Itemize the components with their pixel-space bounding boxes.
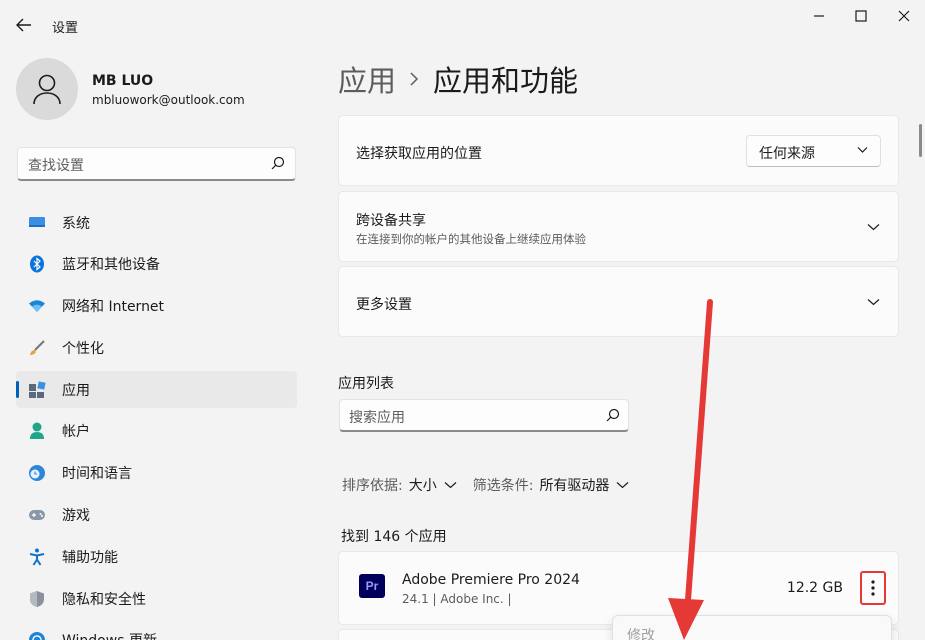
sidebar-item-time-language[interactable]: 时间和语言 [16, 455, 297, 492]
sidebar-item-label: 游戏 [62, 508, 90, 525]
shield-icon [28, 590, 46, 608]
app-size: 12.2 GB [786, 580, 843, 596]
sidebar-item-gaming[interactable]: 游戏 [16, 497, 297, 534]
context-menu: 修改 [612, 615, 892, 640]
apps-icon [28, 381, 46, 399]
sidebar-item-label: 帐户 [62, 424, 90, 441]
found-count: 找到 146 个应用 [341, 529, 447, 545]
sidebar-item-label: 蓝牙和其他设备 [62, 257, 160, 274]
brush-icon [28, 339, 46, 357]
search-placeholder: 查找设置 [28, 158, 84, 174]
wifi-icon [28, 297, 46, 315]
monitor-icon [28, 214, 46, 232]
bluetooth-icon [28, 255, 46, 273]
update-icon [28, 631, 46, 640]
app-search-placeholder: 搜索应用 [349, 410, 405, 426]
back-button[interactable] [14, 15, 34, 35]
title-bar: 设置 [0, 0, 925, 50]
menu-item-modify[interactable]: 修改 [627, 625, 655, 640]
account-icon [28, 422, 46, 440]
app-name: Adobe Premiere Pro 2024 [402, 572, 580, 588]
filter-dropdown[interactable]: 所有驱动器 [539, 475, 609, 495]
arrow-left-icon [16, 18, 31, 32]
sidebar-item-privacy[interactable]: 隐私和安全性 [16, 580, 297, 617]
sidebar-item-label: 应用 [62, 382, 90, 399]
user-profile[interactable]: MB LUO mbluowork@outlook.com [16, 58, 245, 120]
sidebar-item-apps[interactable]: 应用 [16, 371, 297, 409]
more-vertical-icon [871, 580, 875, 596]
accessibility-icon [28, 548, 46, 566]
chevron-down-icon[interactable] [867, 298, 880, 306]
minimize-icon [814, 15, 824, 17]
search-icon [606, 408, 620, 422]
minimize-button[interactable] [808, 6, 830, 26]
search-icon [271, 156, 285, 170]
avatar [16, 58, 78, 120]
sidebar-item-label: 隐私和安全性 [62, 591, 146, 608]
sidebar-item-accessibility[interactable]: 辅助功能 [16, 538, 297, 575]
dropdown-value: 任何来源 [759, 146, 815, 162]
chevron-down-icon[interactable] [867, 223, 880, 231]
maximize-button[interactable] [850, 6, 872, 26]
sidebar-item-accounts[interactable]: 帐户 [16, 413, 297, 450]
sidebar-item-label: 时间和语言 [62, 466, 132, 483]
more-options-button[interactable] [860, 571, 886, 605]
filter-label: 筛选条件: [472, 478, 534, 494]
breadcrumb: 应用 应用和功能 [338, 58, 578, 100]
install-source-card: 选择获取应用的位置 任何来源 [338, 115, 899, 186]
app-icon-text: Pr [365, 579, 379, 593]
more-settings-title: 更多设置 [356, 297, 412, 313]
sidebar-item-label: 网络和 Internet [62, 299, 165, 316]
chevron-right-icon [410, 67, 419, 91]
sort-label: 排序依据: [342, 478, 403, 494]
sidebar-item-label: Windows 更新 [62, 630, 157, 640]
breadcrumb-parent[interactable]: 应用 [338, 58, 396, 100]
more-settings-card[interactable]: 更多设置 [338, 266, 899, 337]
list-filters: 排序依据: 大小 筛选条件: 所有驱动器 [342, 475, 645, 495]
app-row: Pr Adobe Premiere Pro 2024 24.1 | Adobe … [338, 551, 899, 625]
sidebar-item-network[interactable]: 网络和 Internet [16, 288, 297, 325]
gamepad-icon [28, 506, 46, 524]
app-meta: 24.1 | Adobe Inc. | [402, 592, 512, 606]
chevron-down-icon[interactable] [444, 481, 457, 489]
close-icon [898, 10, 910, 22]
install-source-dropdown[interactable]: 任何来源 [746, 135, 881, 167]
sidebar-item-personalization[interactable]: 个性化 [16, 329, 297, 366]
chevron-down-icon[interactable] [616, 481, 629, 489]
share-subtitle: 在连接到你的帐户的其他设备上继续应用体验 [356, 232, 586, 246]
sidebar-item-system[interactable]: 系统 [16, 204, 297, 241]
sort-dropdown[interactable]: 大小 [409, 475, 437, 495]
sidebar-nav: 系统 蓝牙和其他设备 网络和 Internet 个性化 应用 帐户 时间和语言 … [16, 204, 297, 640]
premiere-pro-icon: Pr [359, 574, 385, 598]
maximize-icon [855, 10, 867, 22]
person-icon [33, 74, 61, 105]
settings-search-input[interactable]: 查找设置 [17, 147, 296, 181]
sidebar-item-windows-update[interactable]: Windows 更新 [16, 622, 297, 640]
app-search-input[interactable]: 搜索应用 [339, 399, 629, 432]
sidebar-item-label: 个性化 [62, 340, 104, 357]
sidebar-item-bluetooth[interactable]: 蓝牙和其他设备 [16, 246, 297, 283]
sidebar-item-label: 系统 [62, 215, 90, 232]
app-title: 设置 [52, 21, 79, 36]
page-title: 应用和功能 [433, 64, 579, 98]
app-list-label: 应用列表 [338, 376, 394, 392]
profile-name: MB LUO [92, 73, 154, 89]
share-title: 跨设备共享 [356, 213, 426, 229]
close-button[interactable] [893, 6, 915, 26]
scrollbar-thumb[interactable] [919, 124, 922, 157]
globe-clock-icon [28, 464, 46, 482]
sidebar-item-label: 辅助功能 [62, 549, 118, 566]
cross-device-share-card[interactable]: 跨设备共享 在连接到你的帐户的其他设备上继续应用体验 [338, 191, 899, 262]
chevron-down-icon [857, 147, 868, 153]
profile-email: mbluowork@outlook.com [92, 93, 245, 107]
install-source-title: 选择获取应用的位置 [356, 146, 482, 162]
